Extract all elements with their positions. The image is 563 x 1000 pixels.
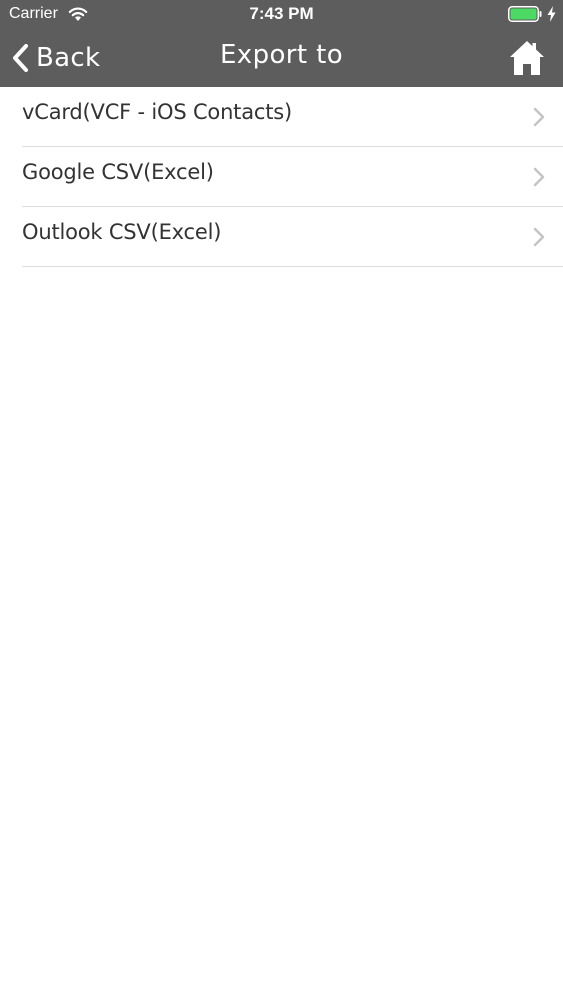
status-bar: Carrier 7:43 PM	[0, 0, 563, 30]
page-title: Export to	[219, 40, 344, 70]
chevron-right-icon	[533, 167, 545, 187]
lightning-bolt-icon	[547, 6, 556, 22]
list-item-label: vCard(VCF - iOS Contacts)	[22, 100, 292, 124]
list-item-label: Outlook CSV(Excel)	[22, 220, 222, 244]
export-option-vcard[interactable]: vCard(VCF - iOS Contacts)	[22, 87, 563, 147]
home-icon[interactable]	[509, 39, 545, 77]
chevron-right-icon	[533, 107, 545, 127]
battery-icon	[508, 6, 542, 22]
navigation-bar: Back Export to	[0, 30, 563, 87]
export-option-google-csv[interactable]: Google CSV(Excel)	[22, 147, 563, 207]
header: Carrier 7:43 PM Back Export to	[0, 0, 563, 87]
clock: 7:43 PM	[249, 4, 314, 23]
list-item-label: Google CSV(Excel)	[22, 160, 214, 184]
chevron-right-icon	[533, 227, 545, 247]
export-options-list: vCard(VCF - iOS Contacts) Google CSV(Exc…	[0, 87, 563, 267]
export-option-outlook-csv[interactable]: Outlook CSV(Excel)	[22, 207, 563, 267]
